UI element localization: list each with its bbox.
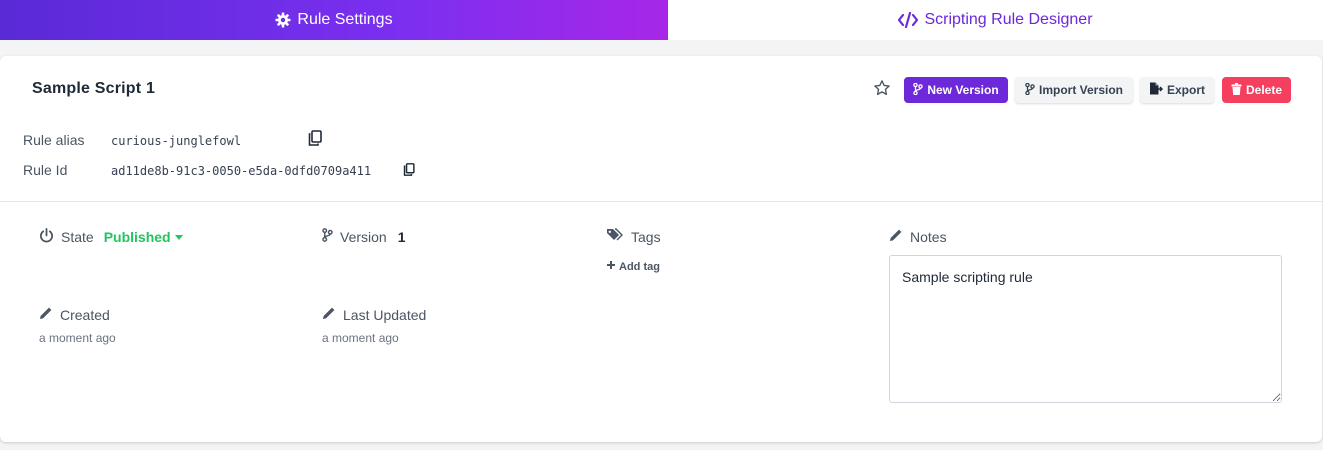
code-icon bbox=[898, 12, 919, 28]
notes-label: Notes bbox=[910, 228, 947, 245]
export-button[interactable]: Export bbox=[1140, 77, 1214, 103]
state-label: State bbox=[61, 229, 94, 245]
add-tag-label: Add tag bbox=[619, 260, 660, 273]
last-updated-field: Last Updated bbox=[322, 306, 426, 323]
export-label: Export bbox=[1166, 83, 1205, 97]
star-icon[interactable] bbox=[873, 79, 891, 97]
copy-alias-icon[interactable] bbox=[308, 130, 322, 151]
rule-alias-value: curious-junglefowl bbox=[111, 134, 242, 148]
created-value: a moment ago bbox=[39, 331, 116, 345]
state-field: State Published bbox=[39, 228, 183, 246]
pencil-icon bbox=[322, 306, 336, 323]
branch-icon bbox=[913, 82, 924, 98]
version-value: 1 bbox=[397, 228, 406, 245]
gear-icon bbox=[275, 12, 291, 28]
state-value: Published bbox=[103, 229, 171, 245]
created-field: Created bbox=[39, 306, 110, 323]
plus-icon bbox=[606, 260, 616, 273]
power-icon bbox=[39, 228, 54, 246]
new-version-button[interactable]: New Version bbox=[904, 77, 1008, 103]
tab-bar: Rule Settings Scripting Rule Designer bbox=[0, 0, 1323, 40]
rule-title: Sample Script 1 bbox=[32, 80, 156, 97]
last-updated-value: a moment ago bbox=[322, 331, 399, 345]
file-export-icon bbox=[1149, 82, 1164, 98]
rule-id-value: ad11de8b-91c3-0050-e5da-0dfd0709a411 bbox=[111, 164, 372, 178]
pencil-icon bbox=[39, 306, 53, 323]
created-label: Created bbox=[60, 306, 110, 323]
branch-icon bbox=[1025, 82, 1035, 98]
tags-icon bbox=[606, 228, 624, 246]
tab-scripting-rule-designer[interactable]: Scripting Rule Designer bbox=[668, 0, 1323, 40]
import-version-button[interactable]: Import Version bbox=[1015, 77, 1133, 103]
copy-id-icon[interactable] bbox=[403, 163, 415, 181]
add-tag-button[interactable]: Add tag bbox=[606, 260, 660, 273]
delete-button[interactable]: Delete bbox=[1222, 77, 1291, 103]
import-version-label: Import Version bbox=[1038, 83, 1124, 97]
state-dropdown[interactable]: Published bbox=[104, 229, 183, 245]
caret-down-icon bbox=[174, 234, 183, 240]
rule-id-label: Rule Id bbox=[23, 162, 68, 178]
new-version-label: New Version bbox=[927, 83, 999, 97]
version-label: Version bbox=[340, 228, 387, 245]
notes-field: Notes bbox=[889, 228, 947, 245]
branch-icon bbox=[322, 228, 333, 245]
divider bbox=[0, 201, 1322, 202]
tab-rule-settings[interactable]: Rule Settings bbox=[0, 0, 668, 40]
trash-icon bbox=[1231, 82, 1242, 98]
tags-label: Tags bbox=[631, 229, 661, 245]
last-updated-label: Last Updated bbox=[343, 306, 427, 323]
notes-textarea[interactable]: Sample scripting rule bbox=[889, 255, 1282, 403]
delete-label: Delete bbox=[1245, 83, 1283, 97]
version-field: Version 1 bbox=[322, 228, 406, 245]
tab-label: Scripting Rule Designer bbox=[924, 11, 1093, 28]
tags-field: Tags bbox=[606, 228, 661, 246]
pencil-icon bbox=[889, 228, 903, 245]
rule-card: Sample Script 1 New Version Import Versi… bbox=[0, 56, 1322, 442]
tab-label: Rule Settings bbox=[297, 11, 393, 28]
rule-alias-label: Rule alias bbox=[23, 132, 85, 148]
